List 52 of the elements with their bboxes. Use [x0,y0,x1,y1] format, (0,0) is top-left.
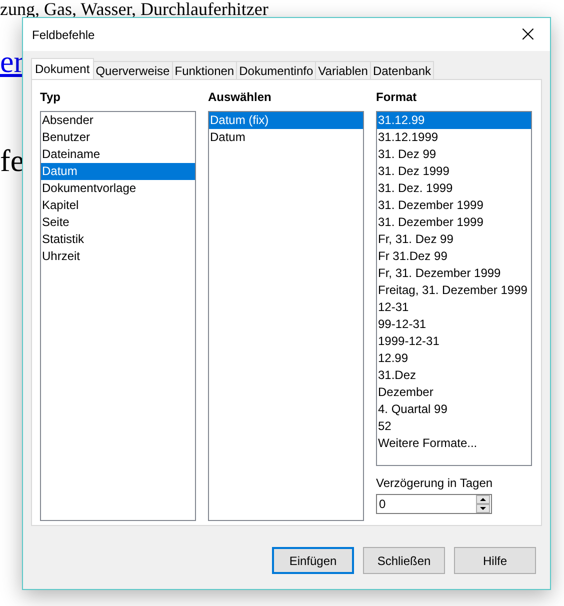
days-spin-field[interactable]: 0 [376,494,492,514]
list-item[interactable]: 31. Dez 99 [377,146,531,163]
spin-up-icon[interactable] [476,495,490,504]
list-item[interactable]: 31. Dezember 1999 [377,214,531,231]
tab[interactable]: Querverweise [92,61,173,79]
list-box[interactable]: Datum (fix) Datum [208,111,364,521]
list-item[interactable]: Benutzer [41,129,195,146]
list-item[interactable]: Kapitel [41,197,195,214]
list-box[interactable] [376,111,532,466]
dialog-button[interactable]: Schließen [363,547,445,574]
list-item[interactable]: 1999-12-31 [377,333,531,350]
document-link[interactable]: er [0,44,24,80]
list-item[interactable]: Dateiname [41,146,195,163]
window-title: Feldbefehle [32,28,95,42]
list-item[interactable]: Dokumentvorlage [41,180,195,197]
list-item[interactable]: Statistik [41,231,195,248]
tab[interactable]: Dokument [31,58,94,79]
list-item[interactable]: 31.Dez [377,367,531,384]
days-input[interactable]: 0 [377,495,476,513]
list-item[interactable]: 31.12.1999 [377,129,531,146]
list-item[interactable]: Absender [41,112,195,129]
list-item[interactable]: Datum [209,129,363,146]
list-item[interactable]: Freitag, 31. Dezember 1999 [377,282,531,299]
list-box[interactable]: Absender Benutzer Dateiname Datum Dokumentvorlage Kapitel Seite Statistik Uhrzeit [40,111,196,521]
list-item[interactable]: Datum (fix) [209,112,363,129]
list-item[interactable]: 12-31 [377,299,531,316]
list-item[interactable]: 31. Dez 1999 [377,163,531,180]
list-item[interactable]: Seite [41,214,195,231]
list-item[interactable]: 31. Dezember 1999 [377,197,531,214]
close-button[interactable]: × [506,18,550,51]
list-item[interactable]: Uhrzeit [41,248,195,265]
list-item[interactable]: Weitere Formate... [377,435,531,452]
column-heading: Typ [40,90,62,106]
tab[interactable]: Datenbank [370,61,434,79]
list-item[interactable]: 99-12-31 [377,316,531,333]
dialog-button[interactable]: Hilfe [454,547,536,574]
column-heading: Format [376,90,418,106]
list-item[interactable]: 31. Dez. 1999 [377,180,531,197]
list-item[interactable]: Fr 31.Dez 99 [377,248,531,265]
list-item[interactable]: 31.12.99 [377,112,531,129]
list-item[interactable]: Dezember [377,384,531,401]
dialog-button[interactable]: Einfügen [272,547,354,574]
list-item[interactable]: Datum [41,163,195,180]
document-text: fe [0,143,24,179]
field-label: Verzögerung in Tagen [376,475,494,492]
list-item[interactable]: 12.99 [377,350,531,367]
spin-down-icon[interactable] [476,504,490,513]
list-item[interactable]: 52 [377,418,531,435]
column-heading: Auswählen [208,90,272,106]
list-item[interactable]: 4. Quartal 99 [377,401,531,418]
list-item[interactable]: Fr, 31. Dezember 1999 [377,265,531,282]
list-item[interactable]: Fr, 31. Dez 99 [377,231,531,248]
